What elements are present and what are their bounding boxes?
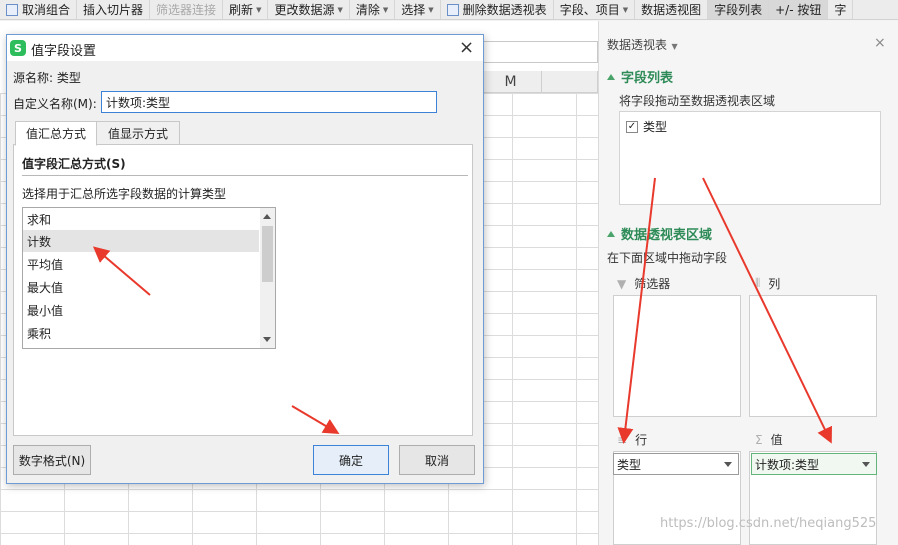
collapse-triangle-icon [607,230,615,237]
tab-summarize-by[interactable]: 值汇总方式 [15,121,97,146]
field-list-hint: 将字段拖动至数据透视表区域 [619,94,776,108]
app-logo-icon: S [10,40,26,56]
list-item[interactable]: 平均值 [23,253,259,275]
change-data-source-button[interactable]: 更改数据源 ▼ [268,0,350,19]
close-icon[interactable]: × [874,35,886,51]
group-divider [22,175,468,176]
cancel-button[interactable]: 取消 [399,445,475,475]
filter-area-label: ▼ 筛选器 [617,276,671,292]
pivot-areas-hint: 在下面区域中拖动字段 [607,251,728,265]
pivot-chart-button[interactable]: 数据透视图 [635,0,709,19]
list-item[interactable]: 最大值 [23,276,259,298]
chevron-down-icon [862,461,870,467]
source-name-label: 源名称: [13,71,54,85]
refresh-button[interactable]: 刷新 ▼ [223,0,269,19]
ribbon-toolbar: 取消组合 插入切片器 筛选器连接 刷新 ▼ 更改数据源 ▼ 清除 ▼ 选择 ▼ 删除数据… [0,0,898,20]
chevron-down-icon: ▼ [669,42,678,51]
formula-bar[interactable] [480,41,598,63]
value-field-settings-dialog: S 值字段设置 × 源名称: 类型 自定义名称(M): 计数项:类型 值汇总方式… [6,34,484,484]
chevron-down-icon: ▼ [382,5,389,14]
value-area-label: Σ值 [755,432,783,448]
source-name-row: 源名称: 类型 [13,69,81,86]
ok-button[interactable]: 确定 [313,445,389,475]
group-description: 选择用于汇总所选字段数据的计算类型 [22,187,227,201]
delete-table-icon [446,3,459,16]
chevron-down-icon: ▼ [256,5,262,14]
checkbox-checked-icon[interactable]: ✓ [626,120,638,133]
pivot-table-pane: 数据透视表 ▼ × 字段列表 将字段拖动至数据透视表区域 ✓ 类型 数据透视表区… [598,21,898,545]
pane-title[interactable]: 数据透视表 ▼ [607,36,678,53]
column-headers: M [480,71,598,93]
plus-minus-buttons-toggle[interactable]: +/- 按钮 [769,0,829,19]
column-area-label: ⦀ 列 [755,276,781,291]
row-area-label: ≡ 行 [617,432,648,448]
list-item-selected[interactable]: 计数 [23,230,259,252]
filter-icon: ▼ [617,276,627,291]
summary-function-list[interactable]: 求和 计数 平均值 最大值 最小值 乘积 [22,207,276,349]
scroll-up-icon[interactable] [263,214,271,219]
select-button[interactable]: 选择 ▼ [395,0,441,19]
list-item[interactable]: 求和 [23,208,259,230]
field-item-type[interactable]: ✓ 类型 [626,118,667,135]
field-list-box: ✓ 类型 [619,111,881,205]
field-list-header[interactable]: 字段列表 [607,67,673,86]
list-item[interactable]: 乘积 [23,322,259,344]
column-header-next[interactable] [542,71,598,93]
ungroup-icon [6,3,18,16]
rows-icon: ≡ [617,432,628,447]
scroll-down-icon[interactable] [263,337,271,342]
list-item[interactable]: 最小值 [23,299,259,321]
custom-name-label: 自定义名称(M): [13,97,97,111]
column-drop-area[interactable] [749,295,877,417]
clear-button[interactable]: 清除 ▼ [350,0,396,19]
ungroup-button[interactable]: 取消组合 [0,0,78,19]
chevron-down-icon [724,461,732,467]
list-scrollbar[interactable] [260,208,275,348]
tab-panel: 值字段汇总方式(S) 选择用于汇总所选字段数据的计算类型 求和 计数 平均值 最… [13,144,473,436]
chevron-down-icon: ▼ [622,5,629,14]
close-icon[interactable]: × [459,37,474,58]
insert-slicer-button[interactable]: 插入切片器 [77,0,151,19]
number-format-button[interactable]: 数字格式(N) [13,445,91,475]
fields-items-button[interactable]: 字段、项目 ▼ [554,0,636,19]
row-field-dropdown[interactable]: 类型 [613,453,739,475]
collapse-triangle-icon [607,73,615,80]
sigma-icon: Σ [755,432,763,447]
columns-icon: ⦀ [755,276,761,290]
tab-show-values-as[interactable]: 值显示方式 [96,121,180,145]
dialog-title: 值字段设置 [31,44,97,59]
chevron-down-icon: ▼ [337,5,343,14]
column-header-m[interactable]: M [480,71,542,93]
field-list-toggle[interactable]: 字段列表 [708,0,770,19]
custom-name-input[interactable]: 计数项:类型 [101,91,437,113]
filter-drop-area[interactable] [613,295,741,417]
watermark-text: https://blog.csdn.net/heqiang525 [660,516,877,531]
value-field-dropdown[interactable]: 计数项:类型 [751,453,877,475]
dialog-titlebar[interactable]: S 值字段设置 × [7,35,483,61]
chevron-down-icon: ▼ [428,5,434,14]
delete-pivot-table-button[interactable]: 删除数据透视表 [441,0,554,19]
source-name-value: 类型 [56,71,81,85]
scroll-thumb[interactable] [262,226,273,282]
field-headers-button[interactable]: 字 [828,0,854,19]
filter-connections-button[interactable]: 筛选器连接 [150,0,224,19]
group-title: 值字段汇总方式(S) [22,157,126,171]
pivot-areas-header[interactable]: 数据透视表区域 [607,224,712,243]
